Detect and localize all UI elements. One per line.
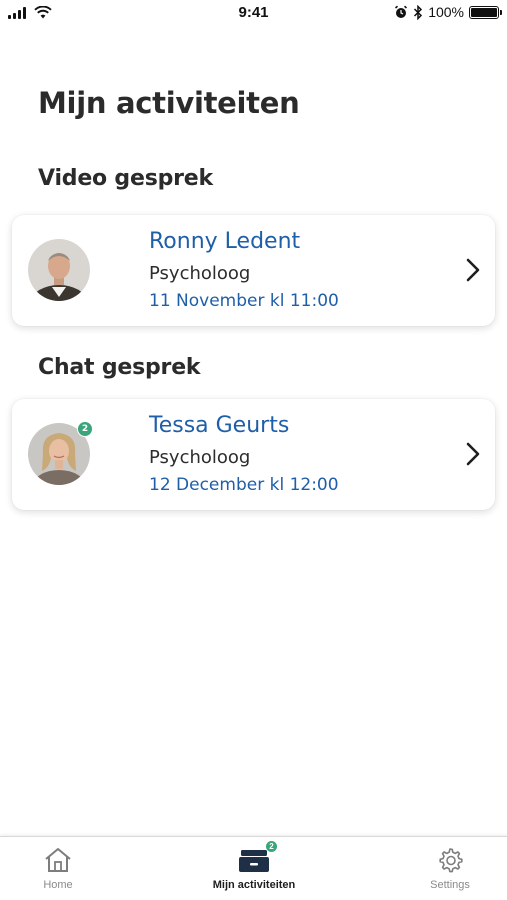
- status-bar: 9:41 100%: [0, 0, 507, 26]
- card-date: 12 December kl 12:00: [149, 475, 339, 495]
- battery-icon: [469, 5, 502, 19]
- battery-percent: 100%: [428, 4, 464, 20]
- tab-settings[interactable]: Settings: [410, 837, 490, 900]
- card-role: Psycholoog: [149, 263, 251, 284]
- activity-card-video[interactable]: Ronny Ledent Psycholoog 11 November kl 1…: [12, 215, 495, 326]
- alarm-icon: [395, 5, 408, 18]
- tab-bar: Home 2 Mijn activiteiten Settings: [0, 836, 507, 900]
- card-name: Tessa Geurts: [149, 413, 290, 438]
- section-title-video: Video gesprek: [38, 166, 213, 191]
- tab-label-home: Home: [43, 879, 73, 891]
- card-date: 11 November kl 11:00: [149, 291, 339, 311]
- tab-activities[interactable]: 2 Mijn activiteiten: [194, 837, 314, 900]
- tab-label-activities: Mijn activiteiten: [212, 879, 296, 891]
- card-role: Psycholoog: [149, 447, 251, 468]
- bluetooth-icon: [414, 4, 423, 20]
- tab-label-settings: Settings: [430, 879, 470, 891]
- chevron-right-icon[interactable]: [465, 257, 481, 283]
- section-title-chat: Chat gesprek: [38, 355, 201, 380]
- unread-badge: 2: [77, 421, 93, 437]
- chevron-right-icon[interactable]: [465, 441, 481, 467]
- gear-icon: [439, 848, 463, 873]
- avatar: [28, 239, 90, 301]
- home-icon: [45, 848, 71, 872]
- tab-badge: 2: [266, 841, 277, 852]
- activity-card-chat[interactable]: 2 Tessa Geurts Psycholoog 12 December kl…: [12, 399, 495, 510]
- card-name: Ronny Ledent: [149, 229, 301, 254]
- inbox-icon: [239, 850, 269, 872]
- page-title: Mijn activiteiten: [38, 86, 300, 120]
- status-right: 100%: [394, 4, 502, 20]
- tab-home[interactable]: Home: [18, 837, 98, 900]
